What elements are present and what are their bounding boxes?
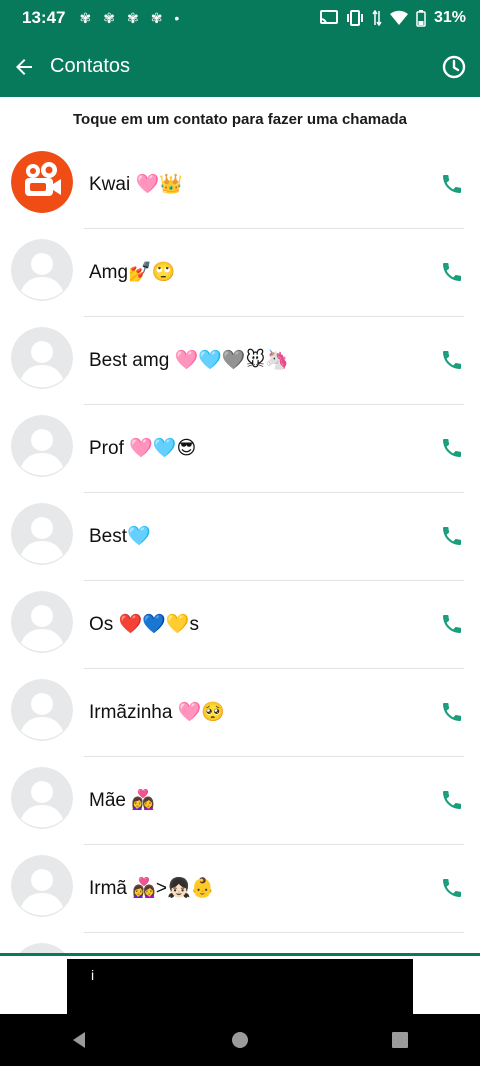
call-phone-icon[interactable] bbox=[440, 612, 464, 636]
notification-dot-icon: • bbox=[174, 10, 180, 26]
back-arrow-icon[interactable] bbox=[12, 55, 36, 79]
battery-percent: 31% bbox=[433, 9, 466, 26]
call-hint: Toque em um contato para fazer uma chama… bbox=[73, 110, 407, 128]
contact-row-partial[interactable] bbox=[0, 933, 480, 953]
nav-back-icon[interactable] bbox=[70, 1030, 90, 1050]
call-phone-icon[interactable] bbox=[440, 876, 464, 900]
default-avatar bbox=[11, 855, 73, 917]
nav-home-icon[interactable] bbox=[230, 1030, 250, 1050]
default-avatar bbox=[11, 503, 73, 565]
app-bar: Contatos bbox=[0, 36, 480, 97]
notification-icon: ✾ bbox=[150, 9, 163, 26]
system-nav-bar bbox=[0, 1014, 480, 1066]
ad-info-label[interactable]: i bbox=[91, 967, 94, 983]
contact-row[interactable]: Kwai 🩷👑 bbox=[0, 141, 480, 229]
call-phone-icon[interactable] bbox=[440, 788, 464, 812]
contact-list: Kwai 🩷👑 Amg💅🙄 Best amg 🩷🩵🩶🐭🦄 Prof 🩷🩵😎 Be… bbox=[0, 141, 480, 953]
wifi-icon bbox=[389, 10, 408, 25]
contact-name: Amg💅🙄 bbox=[89, 262, 176, 283]
default-avatar bbox=[11, 591, 73, 653]
contact-name: Irmã 👩‍❤️‍👩>👧🏻👶 bbox=[89, 878, 215, 899]
default-avatar bbox=[11, 327, 73, 389]
default-avatar bbox=[11, 943, 73, 953]
notification-icon: ✾ bbox=[79, 9, 92, 26]
status-bar: 13:47 ✾ ✾ ✾ ✾ • 31% bbox=[0, 0, 480, 36]
history-clock-icon[interactable] bbox=[440, 53, 468, 81]
bottom-accent-line bbox=[0, 953, 480, 956]
nav-recents-icon[interactable] bbox=[390, 1030, 410, 1050]
default-avatar bbox=[11, 415, 73, 477]
contact-row[interactable]: Irmã 👩‍❤️‍👩>👧🏻👶 bbox=[0, 845, 480, 933]
contact-name: Prof 🩷🩵😎 bbox=[89, 438, 197, 459]
contact-name: Irmãzinha 🩷🥺 bbox=[89, 702, 226, 723]
contact-name: Os ❤️💙💛s bbox=[89, 614, 200, 635]
contact-row[interactable]: Irmãzinha 🩷🥺 bbox=[0, 669, 480, 757]
contact-row[interactable]: Best amg 🩷🩵🩶🐭🦄 bbox=[0, 317, 480, 405]
status-time: 13:47 bbox=[22, 8, 66, 27]
call-phone-icon[interactable] bbox=[440, 436, 464, 460]
notification-icon: ✾ bbox=[103, 9, 115, 26]
battery-icon bbox=[416, 9, 426, 27]
contact-row[interactable]: Mãe 👩‍❤️‍👩 bbox=[0, 757, 480, 845]
default-avatar bbox=[11, 679, 73, 741]
contact-row[interactable]: Os ❤️💙💛s bbox=[0, 581, 480, 669]
data-arrows-icon bbox=[372, 10, 382, 26]
contact-name: Best amg 🩷🩵🩶🐭🦄 bbox=[89, 350, 289, 371]
contact-row[interactable]: Prof 🩷🩵😎 bbox=[0, 405, 480, 493]
default-avatar bbox=[11, 767, 73, 829]
call-phone-icon[interactable] bbox=[440, 172, 464, 196]
contact-name: Best🩵 bbox=[89, 526, 151, 547]
call-phone-icon[interactable] bbox=[440, 260, 464, 284]
vibrate-icon bbox=[346, 10, 363, 26]
contact-name: Mãe 👩‍❤️‍👩 bbox=[89, 790, 155, 811]
cast-icon bbox=[319, 10, 338, 25]
ad-banner[interactable]: i bbox=[67, 959, 413, 1014]
contact-name: Kwai 🩷👑 bbox=[89, 174, 183, 195]
notification-icons: ✾ ✾ ✾ ✾ • bbox=[79, 10, 179, 27]
kwai-avatar bbox=[11, 151, 73, 213]
call-phone-icon[interactable] bbox=[440, 348, 464, 372]
contact-row[interactable]: Best🩵 bbox=[0, 493, 480, 581]
notification-icon: ✾ bbox=[126, 9, 139, 26]
contact-row[interactable]: Amg💅🙄 bbox=[0, 229, 480, 317]
page-title: Contatos bbox=[50, 55, 131, 77]
default-avatar bbox=[11, 239, 73, 301]
call-phone-icon[interactable] bbox=[440, 524, 464, 548]
call-phone-icon[interactable] bbox=[440, 700, 464, 724]
